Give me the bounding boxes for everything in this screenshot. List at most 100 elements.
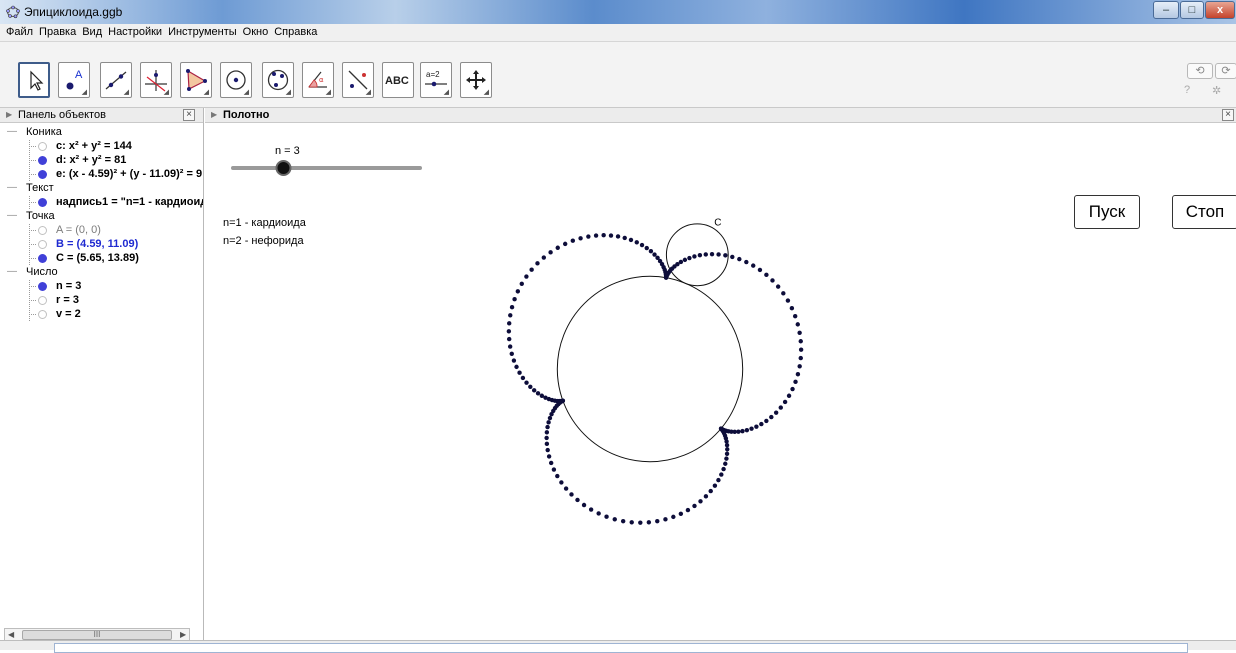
tool-menu-arrow-icon: ◢ (243, 89, 249, 96)
close-panel-icon[interactable]: × (183, 109, 195, 121)
menu-view[interactable]: Вид (79, 24, 105, 40)
visibility-toggle-icon[interactable] (38, 240, 47, 249)
help-icon[interactable]: ? (1184, 84, 1190, 96)
tool-line[interactable]: ◢ (100, 62, 132, 98)
tree-category[interactable]: — Коника (0, 125, 203, 139)
visibility-toggle-icon[interactable] (38, 282, 47, 291)
maximize-button[interactable]: □ (1180, 1, 1204, 19)
window-title-bar: Эпициклоида.ggb – □ x (0, 0, 1236, 24)
stop-button[interactable]: Стоп (1172, 195, 1236, 229)
locus-point (588, 507, 594, 512)
locus-point (785, 298, 791, 303)
locus-point (703, 252, 708, 257)
visibility-toggle-icon[interactable] (38, 254, 47, 263)
visibility-toggle-icon[interactable] (38, 170, 47, 179)
collapse-arrow-icon[interactable]: ▶ (6, 108, 12, 122)
locus-point (524, 380, 529, 385)
tree-item[interactable]: d: x² + y² = 81 (0, 153, 203, 167)
locus-point (620, 518, 626, 524)
collapse-minus-icon[interactable]: — (7, 125, 17, 139)
locus-point (775, 284, 781, 289)
slider-tool-label: a=2 (426, 70, 440, 79)
tool-text[interactable]: ABC (382, 62, 414, 98)
object-definition[interactable]: r = 3 (56, 293, 79, 307)
tool-move[interactable] (18, 62, 50, 98)
locus-point (718, 426, 724, 431)
locus-point (773, 410, 779, 415)
redo-button[interactable]: ⟳ (1215, 63, 1236, 79)
menu-file[interactable]: Файл (0, 24, 36, 40)
scroll-thumb[interactable]: III (22, 630, 172, 640)
object-definition[interactable]: B = (4.59, 11.09) (56, 237, 138, 251)
algebra-panel-header: ▶ Панель объектов × (0, 108, 203, 123)
settings-gear-icon[interactable]: ✲ (1212, 84, 1221, 97)
tool-circle-three-points[interactable]: ◢ (262, 62, 294, 98)
locus-point (629, 520, 634, 525)
object-definition[interactable]: c: x² + y² = 144 (56, 139, 132, 153)
close-panel-icon[interactable]: × (1222, 109, 1234, 121)
visibility-toggle-icon[interactable] (38, 296, 47, 305)
locus-point (744, 427, 750, 433)
object-definition[interactable]: e: (x - 4.59)² + (y - 11.09)² = 9 (56, 167, 202, 181)
tool-perpendicular[interactable]: ◢ (140, 62, 172, 98)
object-definition[interactable]: надпись1 = "n=1 - кардиоид (56, 195, 203, 209)
visibility-toggle-icon[interactable] (38, 310, 47, 319)
collapse-minus-icon[interactable]: — (7, 265, 17, 279)
collapse-minus-icon[interactable]: — (7, 181, 17, 195)
object-definition[interactable]: C = (5.65, 13.89) (56, 251, 139, 265)
menu-help[interactable]: Справка (271, 24, 320, 40)
tree-category[interactable]: — Точка (0, 209, 203, 223)
locus-point (685, 507, 691, 513)
visibility-toggle-icon[interactable] (38, 198, 47, 207)
tree-item[interactable]: v = 2 (0, 307, 203, 321)
tree-item[interactable]: надпись1 = "n=1 - кардиоид (0, 195, 203, 209)
graphics-view[interactable]: ▶ Полотно × n = 3 n=1 - кардиоида n=2 - … (205, 108, 1236, 640)
object-definition[interactable]: d: x² + y² = 81 (56, 153, 126, 167)
visibility-toggle-icon[interactable] (38, 226, 47, 235)
locus-point (581, 502, 587, 508)
locus-point (736, 429, 741, 434)
menu-edit[interactable]: Правка (36, 24, 79, 40)
tool-slider[interactable]: a=2 ◢ (420, 62, 452, 98)
menu-options[interactable]: Настройки (105, 24, 165, 40)
visibility-toggle-icon[interactable] (38, 156, 47, 165)
tool-reflect[interactable]: ◢ (342, 62, 374, 98)
menu-window[interactable]: Окно (240, 24, 272, 40)
input-field[interactable] (54, 643, 1188, 653)
tree-item[interactable]: B = (4.59, 11.09) (0, 237, 203, 251)
locus-point (541, 255, 547, 260)
tree-item[interactable]: A = (0, 0) (0, 223, 203, 237)
fixed-circle[interactable] (556, 275, 744, 463)
tool-polygon[interactable]: ◢ (180, 62, 212, 98)
visibility-toggle-icon[interactable] (38, 142, 47, 151)
tree-category[interactable]: — Число (0, 265, 203, 279)
object-definition[interactable]: A = (0, 0) (56, 223, 101, 237)
minimize-button[interactable]: – (1153, 1, 1179, 19)
start-button[interactable]: Пуск (1074, 195, 1140, 229)
locus-point (535, 391, 541, 396)
tree-item[interactable]: c: x² + y² = 144 (0, 139, 203, 153)
locus-point (697, 253, 703, 258)
tree-item[interactable]: e: (x - 4.59)² + (y - 11.09)² = 9 (0, 167, 203, 181)
tool-point[interactable]: A ◢ (58, 62, 90, 98)
tree-category[interactable]: — Текст (0, 181, 203, 195)
tree-item[interactable]: r = 3 (0, 293, 203, 307)
collapse-minus-icon[interactable]: — (7, 209, 17, 223)
tool-circle[interactable]: ◢ (220, 62, 252, 98)
locus-point (692, 503, 697, 509)
tool-angle[interactable]: α ◢ (302, 62, 334, 98)
tree-connector (29, 258, 36, 259)
object-definition[interactable]: n = 3 (56, 279, 81, 293)
collapse-arrow-icon[interactable]: ▶ (211, 108, 217, 122)
object-definition[interactable]: v = 2 (56, 307, 81, 321)
tree-item[interactable]: C = (5.65, 13.89) (0, 251, 203, 265)
locus-point (615, 234, 621, 239)
locus-point (524, 274, 529, 279)
close-window-button[interactable]: x (1205, 1, 1235, 19)
slider-knob[interactable] (275, 160, 292, 176)
menu-tools[interactable]: Инструменты (165, 24, 240, 40)
tool-move-graphics[interactable]: ◢ (460, 62, 492, 98)
locus-point (751, 263, 756, 268)
undo-button[interactable]: ⟲ (1187, 63, 1213, 79)
tree-item[interactable]: n = 3 (0, 279, 203, 293)
